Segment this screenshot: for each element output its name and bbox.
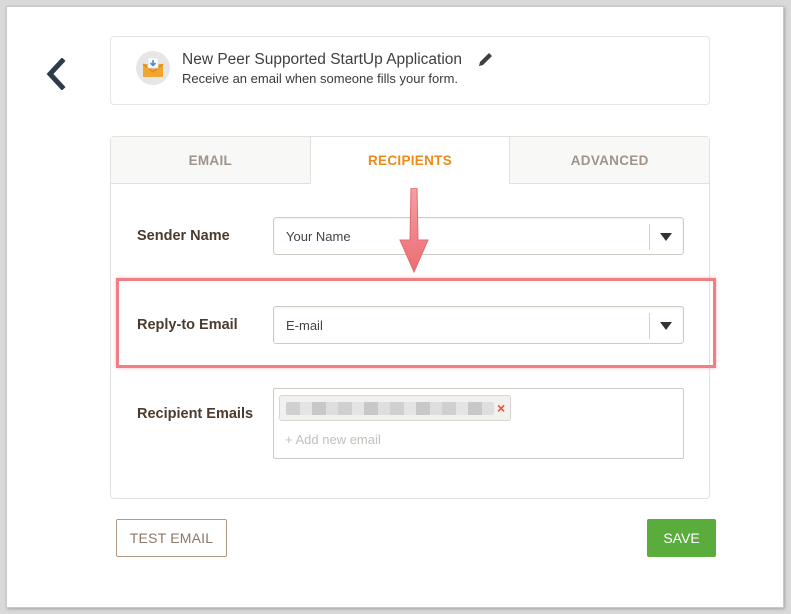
form-subtitle: Receive an email when someone fills your… (182, 71, 459, 86)
redacted-email (286, 402, 494, 415)
recipient-email-chip: × (279, 395, 511, 421)
tab-advanced[interactable]: ADVANCED (509, 137, 710, 184)
caret-down-icon (660, 233, 672, 241)
test-email-button[interactable]: TEST EMAIL (116, 519, 227, 557)
tab-bar: EMAIL RECIPIENTS ADVANCED (111, 137, 710, 184)
form-title: New Peer Supported StartUp Application (182, 51, 463, 68)
close-icon[interactable]: × (497, 400, 505, 416)
sender-name-label: Sender Name (137, 228, 230, 244)
notification-header-card: New Peer Supported StartUp Application R… (110, 36, 710, 105)
tab-email[interactable]: EMAIL (111, 137, 310, 184)
back-button[interactable] (40, 56, 70, 92)
recipient-emails-field[interactable]: × + Add new email (273, 388, 684, 459)
save-button[interactable]: SAVE (647, 519, 716, 557)
select-divider (649, 224, 650, 250)
sender-name-select[interactable]: Your Name (273, 217, 684, 255)
highlight-box (116, 278, 716, 368)
sender-name-value: Your Name (286, 229, 351, 244)
recipient-emails-label: Recipient Emails (137, 406, 254, 422)
chevron-left-icon (46, 58, 66, 90)
email-notification-icon (136, 51, 170, 85)
tab-recipients[interactable]: RECIPIENTS (309, 137, 510, 184)
pointer-arrow (399, 188, 429, 274)
pencil-icon[interactable] (476, 51, 494, 69)
add-new-email-link[interactable]: + Add new email (285, 432, 381, 447)
